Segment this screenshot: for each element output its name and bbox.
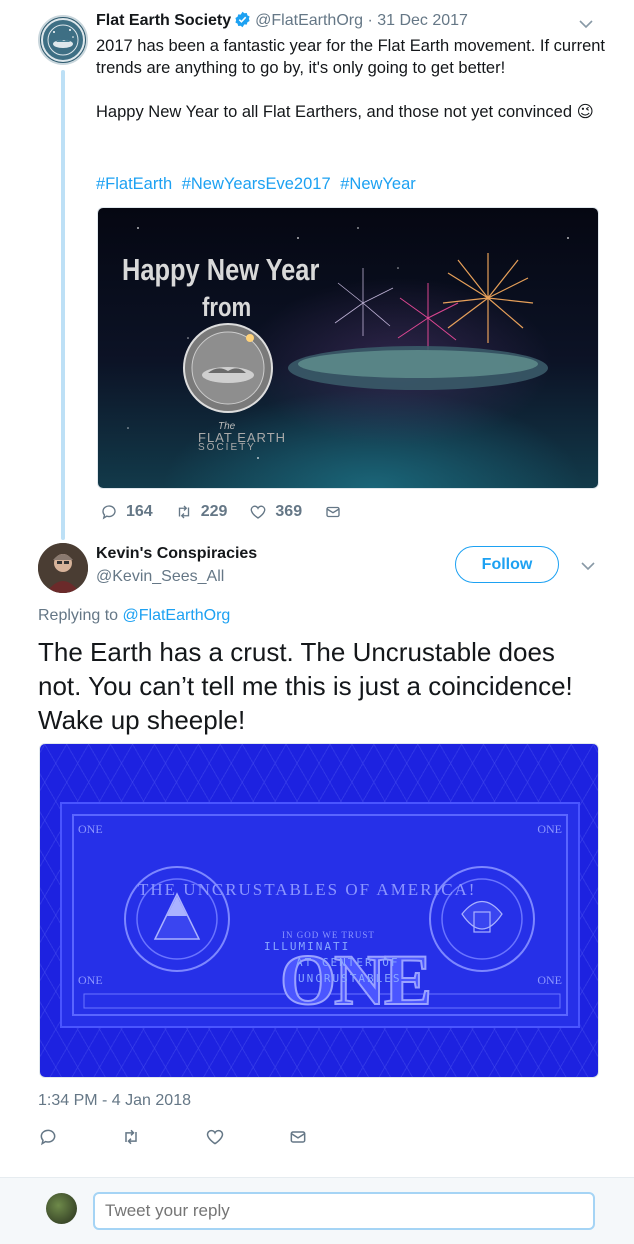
fireworks-and-disc-art [127,227,569,459]
tweet1-author-name[interactable]: Flat Earth Society [96,12,231,29]
bill-corner-top-left: ONE [78,822,103,836]
replying-to-line: Replying to @FlatEarthOrg [38,607,230,625]
tweet-reply-input[interactable] [93,1192,595,1230]
flat-earth-society-avatar[interactable] [38,15,88,65]
bill-corner-bottom-left: ONE [78,973,103,987]
tweet1-image-fireworks[interactable]: Happy New Year from The FLAT EARTH SOCIE… [97,207,599,489]
replying-to-handle-link[interactable]: @FlatEarthOrg [123,607,231,624]
bill-corner-top-right: ONE [537,822,562,836]
reply-icon[interactable] [38,1127,58,1147]
like-button[interactable]: 369 [249,503,302,521]
tweet1-handle[interactable]: @FlatEarthOrg [255,12,363,29]
bill-banner-text: THE UNCRUSTABLES OF AMERICA! [138,880,477,899]
tweet1-paragraph-2: Happy New Year to all Flat Earthers, and… [96,101,606,123]
thread-connector-line [61,70,65,540]
tweet1-hashtags: #FlatEarth #NewYearsEve2017 #NewYear [96,175,421,194]
tweet1-paragraph-1: 2017 has been a fantastic year for the F… [96,37,606,77]
tweet2-timestamp[interactable]: 1:34 PM - 4 Jan 2018 [38,1092,191,1110]
scrawl-line-1: ILLUMINATI [264,940,351,953]
chevron-down-icon[interactable] [578,556,598,576]
tweet1-date[interactable]: 31 Dec 2017 [377,12,468,29]
heart-icon [251,505,266,519]
current-user-avatar[interactable] [46,1193,77,1224]
tweet2-text: The Earth has a crust. The Uncrustable d… [38,637,573,735]
hashtag-newyearseve2017[interactable]: #NewYearsEve2017 [182,175,331,193]
scrawl-line-3: UNCRUSTABLES [298,972,402,985]
reply-icon [102,505,116,520]
tweet2-actions [38,1125,308,1149]
retweet-button[interactable]: 229 [175,503,228,521]
replying-to-prefix: Replying to [38,607,119,624]
logo-society-text: SOCIETY [198,442,256,453]
scrawl-line-2: AT CENTER OF [296,956,400,969]
dollar-bill: THE UNCRUSTABLES OF AMERICA! IN GOD WE T… [60,802,580,1028]
tweet1-text: 2017 has been a fantastic year for the F… [96,35,606,123]
chevron-down-icon[interactable] [576,14,596,34]
heart-icon[interactable] [205,1127,225,1147]
reply-count: 164 [126,503,153,520]
tweet1-header: Flat Earth Society @FlatEarthOrg · 31 Dec… [96,11,468,30]
like-count: 369 [275,503,303,520]
hashtag-flatearth[interactable]: #FlatEarth [96,175,172,193]
tweet2-handle[interactable]: @Kevin_Sees_All [96,568,224,586]
hashtag-newyear[interactable]: #NewYear [340,175,416,193]
retweet-count: 229 [200,503,228,520]
verified-badge-icon [235,11,250,28]
envelope-icon[interactable] [288,1127,308,1147]
tweet1-paragraph-2-text: Happy New Year to all Flat Earthers, and… [96,103,573,121]
wink-emoji-icon: 😉 [576,103,594,121]
bill-corner-bottom-right: ONE [537,973,562,987]
retweet-icon[interactable] [121,1127,141,1147]
tweet1-separator: · [367,12,373,29]
image-headline: Happy New Year [122,252,320,287]
tweet1-actions: 164 229 369 [100,500,372,524]
direct-message-button[interactable] [324,503,350,521]
reply-button[interactable]: 164 [100,503,153,521]
image-subline: from [202,292,252,322]
envelope-icon [326,506,340,518]
kevins-conspiracies-avatar[interactable] [38,543,88,593]
tweet2-author-name[interactable]: Kevin's Conspiracies [96,545,257,563]
tweet2-image-uncrustables-bill[interactable]: THE UNCRUSTABLES OF AMERICA! IN GOD WE T… [39,743,599,1078]
follow-button[interactable]: Follow [455,546,559,583]
retweet-icon [178,505,189,519]
